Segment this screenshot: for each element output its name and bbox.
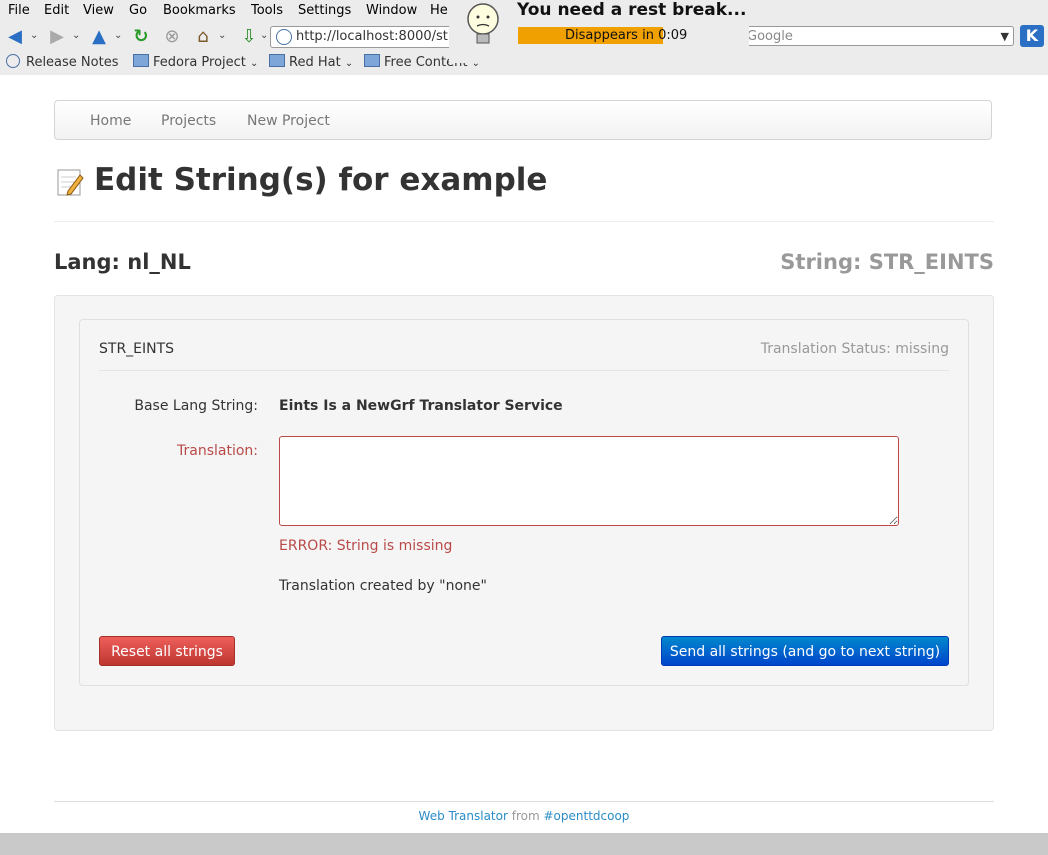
chevron-down-icon[interactable]: ⌄ xyxy=(218,30,226,41)
chevron-down-icon[interactable]: ▼ xyxy=(1001,27,1009,47)
menu-edit[interactable]: Edit xyxy=(44,3,69,18)
chevron-down-icon[interactable]: ⌄ xyxy=(114,30,122,41)
up-icon[interactable]: ▲ xyxy=(88,26,110,48)
base-lang-value: Eints Is a NewGrf Translator Service xyxy=(279,398,563,414)
menu-window[interactable]: Window xyxy=(366,3,417,18)
translation-status: Translation Status: missing xyxy=(760,341,949,357)
menu-go[interactable]: Go xyxy=(129,3,147,18)
url-field[interactable]: http://localhost:8000/str xyxy=(270,26,462,48)
bookmark-fedora-project[interactable]: Fedora Project ⌄ xyxy=(133,54,258,70)
search-placeholder: Google xyxy=(747,29,793,44)
status-strip xyxy=(0,833,1048,855)
chevron-down-icon[interactable]: ⌄ xyxy=(260,30,268,41)
stop-icon[interactable]: ⊗ xyxy=(161,26,183,48)
top-navbar: Home Projects New Project xyxy=(54,100,992,140)
bookmark-label: Release Notes xyxy=(26,55,119,70)
footer: Web Translator from #openttdcoop xyxy=(0,809,1048,823)
footer-org-link[interactable]: #openttdcoop xyxy=(544,809,630,823)
bookmark-release-notes[interactable]: Release Notes xyxy=(6,54,118,70)
chevron-down-icon: ⌄ xyxy=(250,58,259,69)
countdown-text: Disappears in 0:09 xyxy=(565,28,688,43)
menu-settings[interactable]: Settings xyxy=(298,3,351,18)
bookmark-label: Fedora Project xyxy=(153,55,246,70)
chevron-down-icon[interactable]: ⌄ xyxy=(72,30,80,41)
nav-projects[interactable]: Projects xyxy=(161,113,216,129)
footer-from: from xyxy=(511,809,540,823)
bookmark-red-hat[interactable]: Red Hat ⌄ xyxy=(269,54,353,70)
menu-tools[interactable]: Tools xyxy=(251,3,283,18)
folder-icon xyxy=(364,54,380,67)
string-id: STR_EINTS xyxy=(99,341,175,357)
nav-home[interactable]: Home xyxy=(90,113,131,129)
folder-icon xyxy=(269,54,285,67)
base-lang-label: Base Lang String: xyxy=(134,398,258,414)
chevron-down-icon[interactable]: ⌄ xyxy=(30,30,38,41)
reset-all-button[interactable]: Reset all strings xyxy=(99,636,235,666)
page-title: Edit String(s) for example xyxy=(94,162,548,198)
edit-document-icon xyxy=(57,169,84,196)
back-icon[interactable]: ◀ xyxy=(4,26,26,48)
translation-input[interactable] xyxy=(279,436,899,526)
footer-divider xyxy=(54,801,994,802)
globe-icon xyxy=(6,54,20,68)
menu-help[interactable]: He xyxy=(430,3,448,18)
nav-new-project[interactable]: New Project xyxy=(247,113,330,129)
menu-bookmarks[interactable]: Bookmarks xyxy=(163,3,236,18)
translation-label: Translation: xyxy=(177,443,258,459)
download-icon[interactable]: ⇩ xyxy=(238,26,260,48)
footer-app-link[interactable]: Web Translator xyxy=(419,809,508,823)
globe-icon xyxy=(276,29,292,45)
home-icon[interactable]: ⌂ xyxy=(192,26,214,48)
lightbulb-icon xyxy=(467,3,499,44)
notification-title: You need a rest break... xyxy=(517,0,747,20)
kde-logo-icon: K xyxy=(1020,25,1044,47)
search-field[interactable]: Google ▼ xyxy=(742,26,1014,46)
bookmark-label: Red Hat xyxy=(289,55,341,70)
created-by-text: Translation created by "none" xyxy=(279,578,487,594)
url-text: http://localhost:8000/str xyxy=(296,29,454,44)
send-all-button[interactable]: Send all strings (and go to next string) xyxy=(661,636,949,666)
string-heading: String: STR_EINTS xyxy=(780,250,994,274)
rest-break-notification: You need a rest break... Disappears in 0… xyxy=(449,0,749,63)
divider xyxy=(54,221,994,222)
divider xyxy=(99,370,949,371)
reload-icon[interactable]: ↻ xyxy=(130,26,152,48)
error-message: ERROR: String is missing xyxy=(279,538,453,554)
menu-file[interactable]: File xyxy=(8,3,30,18)
chevron-down-icon: ⌄ xyxy=(344,58,354,69)
forward-icon[interactable]: ▶ xyxy=(46,26,68,48)
folder-icon xyxy=(133,54,149,67)
lang-heading: Lang: nl_NL xyxy=(54,250,191,274)
menu-view[interactable]: View xyxy=(83,3,114,18)
